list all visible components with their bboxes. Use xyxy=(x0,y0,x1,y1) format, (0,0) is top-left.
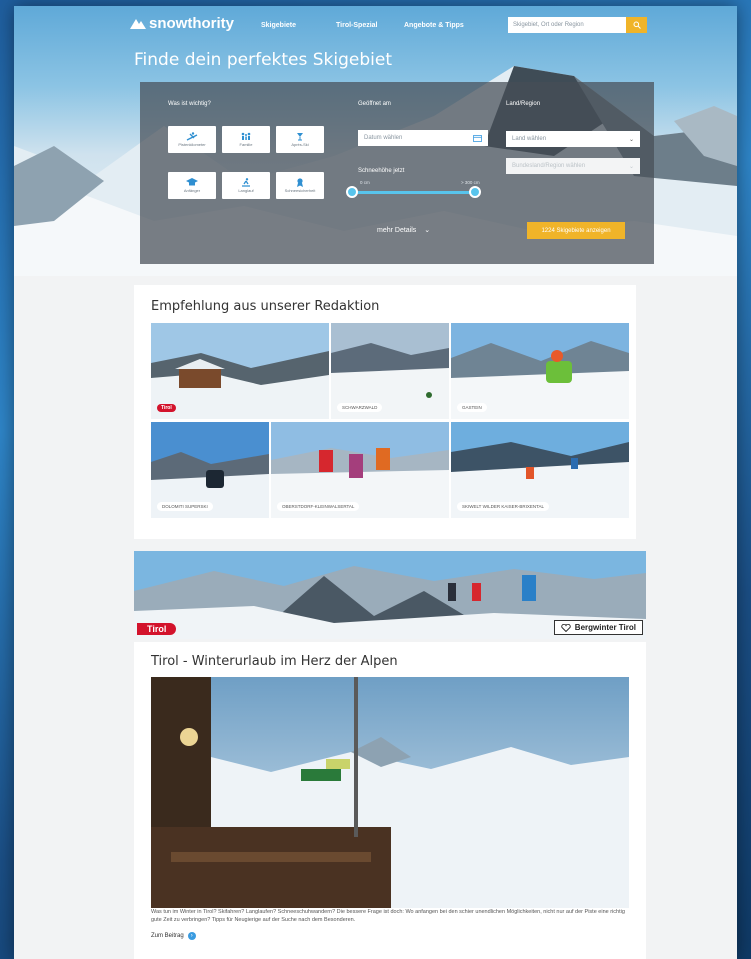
tile-gastein[interactable]: GASTEIN xyxy=(451,323,629,419)
banner-bergwinter-logo: Bergwinter Tirol xyxy=(553,620,643,635)
show-results-button[interactable]: 1224 Skigebiete anzeigen xyxy=(527,222,625,239)
snow-slider-min-handle[interactable] xyxy=(346,186,358,198)
read-more-label: Zum Beitrag xyxy=(151,933,184,939)
cross-country-icon xyxy=(242,178,250,187)
tile-label: Familie xyxy=(239,142,253,147)
tirol-banner[interactable]: Tirol Bergwinter Tirol xyxy=(134,551,646,639)
site-logo[interactable]: snowthority xyxy=(130,15,234,32)
article-photo xyxy=(151,677,629,908)
snow-slider-track[interactable] xyxy=(352,191,475,194)
search-icon xyxy=(633,21,641,29)
date-placeholder: Datum wählen xyxy=(364,135,403,141)
tile-tirol[interactable]: Tirol xyxy=(151,323,329,419)
filter-tile-anfaenger[interactable]: Anfänger xyxy=(168,172,216,199)
recommendation-title: Empfehlung aus unserer Redaktion xyxy=(151,299,380,314)
banner-bergwinter-text: Bergwinter Tirol xyxy=(574,623,636,632)
tile-label: SKIWELT WILDER KAISER-BRIXENTAL xyxy=(457,502,550,511)
heart-mountain-icon xyxy=(561,623,571,632)
family-icon xyxy=(241,132,251,140)
snow-min: 0 cm xyxy=(360,180,370,185)
tile-label: Anfänger xyxy=(183,188,201,193)
article-text: Was tun im Winter in Tirol? Skifahren? L… xyxy=(151,909,625,923)
tile-label: GASTEIN xyxy=(457,403,487,412)
filter-label-snow: Schneehöhe jetzt xyxy=(358,168,405,174)
top-nav: snowthority Skigebiete Tirol-Spezial Ang… xyxy=(14,12,737,38)
filter-tile-apres-ski[interactable]: Après-Ski xyxy=(276,126,324,153)
nav-skigebiete[interactable]: Skigebiete xyxy=(261,22,296,29)
tile-label: Pistenkilometer xyxy=(178,142,206,147)
filter-tile-pistenkilometer[interactable]: Pistenkilometer xyxy=(168,126,216,153)
snow-slider-max-handle[interactable] xyxy=(469,186,481,198)
tile-skiwelt[interactable]: SKIWELT WILDER KAISER-BRIXENTAL xyxy=(451,422,629,518)
page-frame: snowthority Skigebiete Tirol-Spezial Ang… xyxy=(14,6,737,959)
tile-dolomiti-superski[interactable]: DOLOMITI SUPERSKI xyxy=(151,422,269,518)
graduation-icon xyxy=(186,178,198,186)
date-input[interactable]: Datum wählen xyxy=(358,130,488,146)
tile-label: Après-Ski xyxy=(291,142,309,147)
tile-label: DOLOMITI SUPERSKI xyxy=(157,502,213,511)
search-input[interactable]: Skigebiet, Ort oder Region xyxy=(508,17,626,33)
hero: snowthority Skigebiete Tirol-Spezial Ang… xyxy=(14,6,737,276)
logo-text: snowthority xyxy=(149,15,234,32)
tile-oberstdorf[interactable]: OBERSTDORF-KLEINWALSERTAL xyxy=(271,422,449,518)
search-button[interactable] xyxy=(626,17,647,33)
article-image[interactable] xyxy=(151,677,629,908)
filter-tile-langlauf[interactable]: Langlauf xyxy=(222,172,270,199)
calendar-icon xyxy=(473,134,482,142)
nav-angebote-tipps[interactable]: Angebote & Tipps xyxy=(404,22,464,29)
drink-icon xyxy=(297,133,303,141)
country-select[interactable]: Land wählen ⌄ xyxy=(506,131,640,147)
hero-title: Finde dein perfektes Skigebiet xyxy=(134,50,393,70)
filter-tile-familie[interactable]: Familie xyxy=(222,126,270,153)
arrow-right-icon: › xyxy=(187,932,196,940)
read-more-link[interactable]: Zum Beitrag › xyxy=(151,932,196,940)
tile-label: Schneesicherheit xyxy=(284,188,316,193)
chevron-down-icon: ⌄ xyxy=(628,163,634,170)
snow-max: > 300 cm xyxy=(461,180,480,185)
badge-icon xyxy=(297,178,303,187)
filter-label-what: Was ist wichtig? xyxy=(168,101,211,107)
nav-tirol-spezial[interactable]: Tirol-Spezial xyxy=(336,22,378,29)
more-details-label: mehr Details xyxy=(377,227,417,234)
filter-panel: Was ist wichtig? Pistenkilometer Familie… xyxy=(140,82,654,264)
banner-tirol-logo: Tirol xyxy=(137,623,177,635)
region-value: Bundesland/Region wählen xyxy=(512,163,586,169)
more-details-toggle[interactable]: mehr Details ⌄ xyxy=(377,226,430,234)
tile-label: Langlauf xyxy=(238,188,254,193)
chevron-down-icon: ⌄ xyxy=(424,227,431,234)
filter-tile-schneesicherheit[interactable]: Schneesicherheit xyxy=(276,172,324,199)
filter-label-open: Geöffnet am xyxy=(358,101,391,107)
tile-label: OBERSTDORF-KLEINWALSERTAL xyxy=(277,502,360,511)
region-select[interactable]: Bundesland/Region wählen ⌄ xyxy=(506,158,640,174)
tile-label: Tirol xyxy=(157,404,176,412)
tile-schwarzwald[interactable]: SCHWARZWALD xyxy=(331,323,449,419)
filter-label-country: Land/Region xyxy=(506,101,541,107)
tile-image xyxy=(151,323,329,419)
article-title: Tirol - Winterurlaub im Herz der Alpen xyxy=(151,654,398,669)
skier-icon xyxy=(186,132,198,141)
tile-label: SCHWARZWALD xyxy=(337,403,383,412)
chevron-down-icon: ⌄ xyxy=(628,136,634,143)
logo-icon xyxy=(130,18,146,29)
country-value: Land wählen xyxy=(512,136,547,142)
